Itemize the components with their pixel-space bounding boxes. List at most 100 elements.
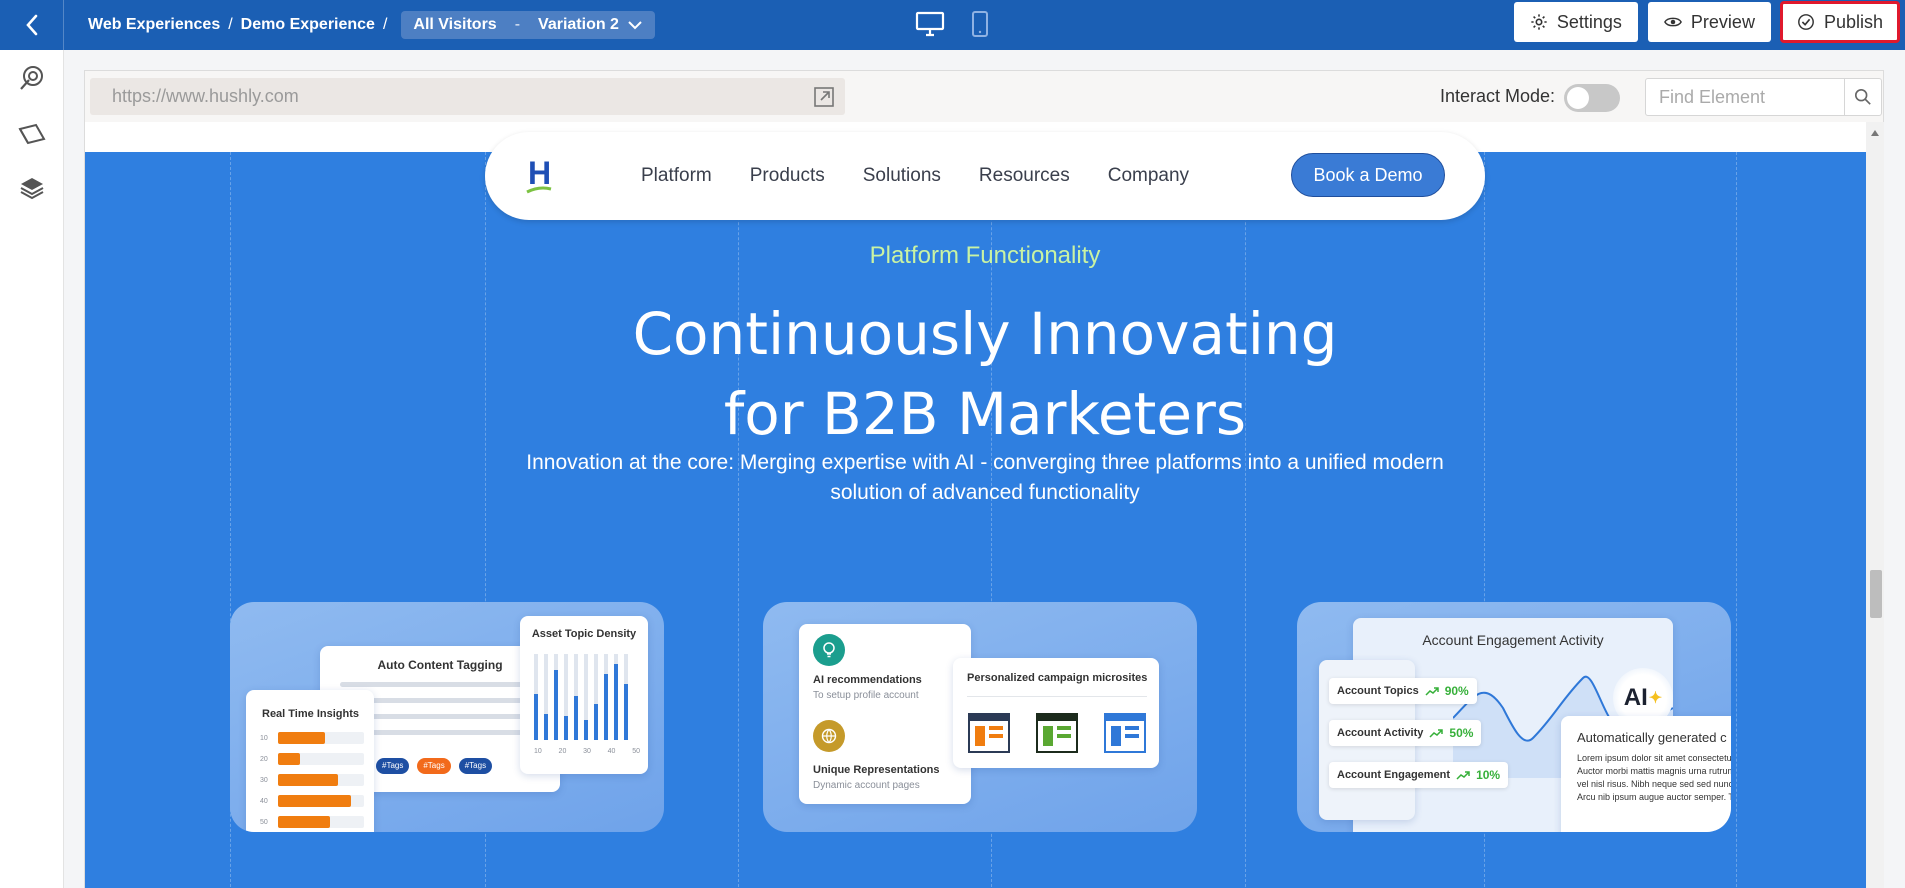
- globe-icon: [813, 720, 845, 752]
- scroll-up-arrow-icon[interactable]: [1871, 130, 1879, 136]
- metric-label: Account Engagement: [1337, 769, 1451, 781]
- page-canvas: H Platform Products Solutions Resources …: [84, 122, 1884, 888]
- find-element-button[interactable]: [1844, 78, 1882, 116]
- sparkle-icon: ✦: [1648, 690, 1663, 707]
- insight-bar-track: [278, 795, 364, 807]
- insight-bar: [278, 732, 326, 744]
- publish-label: Publish: [1823, 11, 1883, 32]
- real-time-insights-panel: Real Time Insights 10 20 30 40 50: [246, 690, 374, 832]
- settings-button[interactable]: Settings: [1513, 2, 1638, 42]
- generated-content-panel: Automatically generated c Lorem ipsum do…: [1561, 716, 1731, 832]
- mobile-icon[interactable]: [971, 10, 989, 38]
- ai-badge-text: AI: [1623, 684, 1648, 711]
- left-toolbar: [0, 50, 64, 888]
- target-cursor-icon: [20, 66, 43, 90]
- insight-row-label: 20: [260, 755, 268, 763]
- insight-row-label: 40: [260, 797, 268, 805]
- trend-up-icon: [1429, 729, 1444, 738]
- find-element-input[interactable]: Find Element: [1645, 78, 1845, 116]
- editor-workspace: https://www.hushly.com Interact Mode: Fi…: [64, 50, 1905, 888]
- hushly-logo[interactable]: H: [525, 155, 557, 201]
- trend-up-icon: [1456, 771, 1470, 780]
- nav-platform[interactable]: Platform: [641, 165, 712, 187]
- breadcrumb-web-experiences[interactable]: Web Experiences: [88, 16, 220, 34]
- search-icon: [1854, 88, 1871, 105]
- insight-row-label: 50: [260, 818, 268, 826]
- settings-label: Settings: [1556, 11, 1622, 32]
- top-actions: Settings Preview Publish: [1513, 1, 1905, 43]
- nav-solutions[interactable]: Solutions: [863, 165, 941, 187]
- audience-dash: -: [514, 16, 521, 33]
- gear-icon: [1531, 14, 1547, 30]
- url-field[interactable]: https://www.hushly.com: [90, 78, 845, 115]
- feature-card-personalization: AI recommendations To setup profile acco…: [763, 602, 1197, 832]
- metric-label: Account Topics: [1337, 685, 1419, 697]
- canvas-scrollbar[interactable]: [1866, 122, 1884, 888]
- insight-row: 40: [260, 793, 364, 809]
- generated-title: Automatically generated c: [1577, 730, 1727, 745]
- metric-account-activity: Account Activity 50%: [1329, 720, 1482, 746]
- tag-row: #Tags #Tags #Tags: [376, 758, 493, 774]
- feature-card-content: Auto Content Tagging #Tags #Tags #Tags A…: [230, 602, 664, 832]
- tag-pill: #Tags: [376, 758, 410, 774]
- nav-products[interactable]: Products: [750, 165, 825, 187]
- site-navbar: H Platform Products Solutions Resources …: [485, 132, 1485, 220]
- tag-pill: #Tags: [417, 758, 451, 774]
- lightbulb-icon: [813, 634, 845, 666]
- insight-bar: [278, 774, 339, 786]
- insight-bar: [278, 816, 330, 828]
- chevron-left-icon: [25, 14, 37, 36]
- density-bars: [534, 654, 628, 740]
- back-button[interactable]: [0, 0, 64, 50]
- insight-row-label: 10: [260, 734, 268, 742]
- metric-account-topics: Account Topics 90%: [1329, 678, 1477, 704]
- top-bar: Web Experiences / Demo Experience / All …: [0, 0, 1905, 50]
- audience-label: All Visitors: [413, 16, 497, 33]
- microsites-panel: Personalized campaign microsites: [953, 658, 1159, 768]
- metric-percent: 90%: [1444, 684, 1469, 698]
- breadcrumb: Web Experiences / Demo Experience / All …: [88, 11, 655, 39]
- unique-representations-title: Unique Representations: [813, 764, 940, 776]
- trend-up-icon: [1425, 687, 1439, 696]
- ai-recommendations-title: AI recommendations: [813, 674, 922, 686]
- audience-variation-dropdown[interactable]: All Visitors - Variation 2: [401, 11, 655, 39]
- preview-button[interactable]: Preview: [1647, 2, 1771, 42]
- breadcrumb-demo-experience[interactable]: Demo Experience: [241, 16, 375, 34]
- nav-resources[interactable]: Resources: [979, 165, 1070, 187]
- publish-button[interactable]: Publish: [1779, 1, 1901, 43]
- site-nav-links: Platform Products Solutions Resources Co…: [641, 132, 1189, 220]
- open-external-icon[interactable]: [813, 86, 835, 108]
- section-headline: Continuously Innovating for B2B Marketer…: [85, 294, 1884, 454]
- book-demo-button[interactable]: Book a Demo: [1291, 153, 1445, 197]
- nav-company[interactable]: Company: [1108, 165, 1189, 187]
- insight-bar: [278, 753, 300, 765]
- interact-mode-label: Interact Mode:: [1440, 86, 1556, 106]
- layers-tool-button[interactable]: [18, 174, 46, 202]
- interact-mode-toggle[interactable]: [1564, 84, 1620, 112]
- variation-label: Variation 2: [538, 16, 619, 33]
- insight-row: 30: [260, 772, 364, 788]
- target-tool-button[interactable]: [18, 64, 46, 92]
- density-axis: 10 20 30 40 50: [534, 748, 640, 755]
- desktop-icon[interactable]: [915, 11, 945, 37]
- components-tool-button[interactable]: [18, 120, 46, 148]
- browser-bar: https://www.hushly.com Interact Mode: Fi…: [84, 70, 1884, 122]
- breadcrumb-separator: /: [228, 16, 233, 33]
- density-tick: 40: [607, 748, 616, 755]
- insight-row-label: 30: [260, 776, 268, 784]
- scroll-thumb[interactable]: [1870, 570, 1882, 618]
- metric-account-engagement: Account Engagement 10%: [1329, 762, 1509, 788]
- insights-bars: 10 20 30 40 50: [260, 730, 364, 832]
- density-tick: 50: [632, 748, 640, 755]
- preview-label: Preview: [1690, 11, 1755, 32]
- tag-pill: #Tags: [458, 758, 493, 774]
- metric-percent: 50%: [1449, 726, 1474, 740]
- asset-density-title: Asset Topic Density: [531, 628, 637, 640]
- metric-percent: 10%: [1476, 768, 1501, 782]
- ai-recommendations-sub: To setup profile account: [813, 690, 919, 701]
- toggle-knob: [1567, 87, 1589, 109]
- engagement-title: Account Engagement Activity: [1422, 632, 1604, 648]
- url-text: https://www.hushly.com: [112, 86, 299, 106]
- insight-bar-track: [278, 816, 364, 828]
- check-circle-icon: [1798, 14, 1814, 30]
